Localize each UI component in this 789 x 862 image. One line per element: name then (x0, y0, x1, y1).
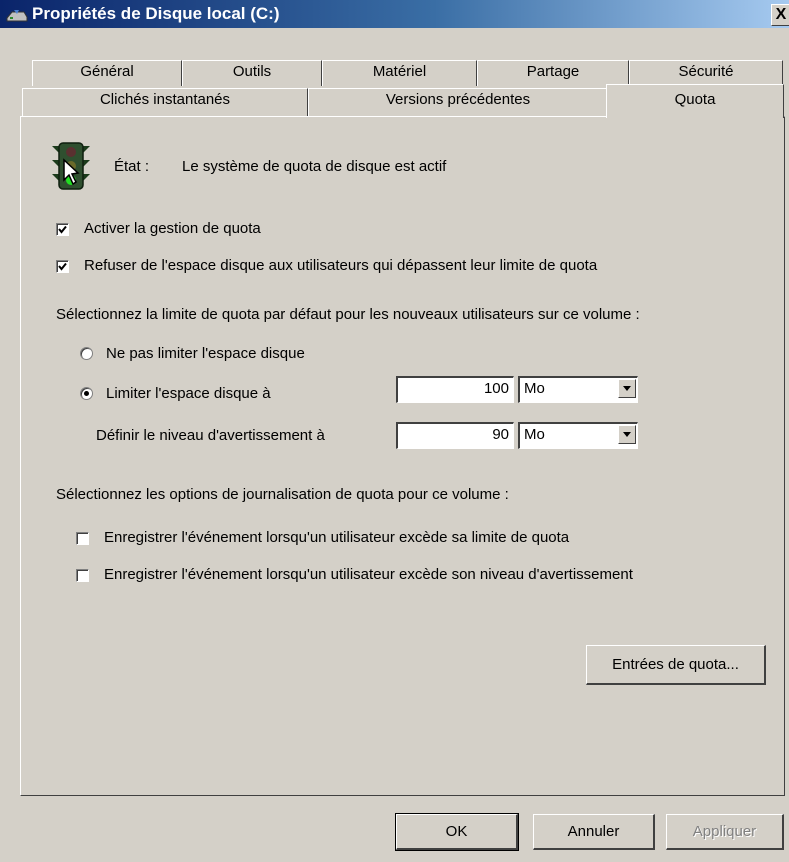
tab-hardware[interactable]: Matériel (322, 60, 477, 86)
limit-radio[interactable] (80, 387, 93, 400)
quota-entries-button[interactable]: Entrées de quota... (586, 645, 766, 685)
tab-general[interactable]: Général (32, 60, 182, 86)
tab-sharing[interactable]: Partage (477, 60, 629, 86)
traffic-light-icon (46, 140, 96, 192)
limit-value-input[interactable]: 100 (396, 376, 514, 403)
enable-quota-checkbox[interactable] (56, 223, 69, 236)
log-limit-checkbox[interactable] (76, 532, 89, 545)
tab-security[interactable]: Sécurité (629, 60, 783, 86)
quota-panel (20, 116, 785, 796)
disk-properties-icon (6, 8, 28, 22)
enable-quota-label[interactable]: Activer la gestion de quota (84, 220, 261, 238)
tab-shadow-copies[interactable]: Clichés instantanés (22, 88, 308, 116)
ok-button[interactable]: OK (395, 813, 519, 851)
status-label: État : (114, 158, 150, 175)
logging-heading: Sélectionnez les options de journalisati… (56, 486, 509, 503)
warning-value-input[interactable]: 90 (396, 422, 514, 449)
status-text: Le système de quota de disque est actif (182, 158, 447, 175)
warning-unit-value: Mo (524, 426, 545, 443)
tab-quota[interactable]: Quota (606, 84, 784, 118)
log-warning-checkbox[interactable] (76, 569, 89, 582)
cancel-button[interactable]: Annuler (533, 814, 655, 850)
limit-unit-select[interactable]: Mo (518, 376, 638, 403)
tab-previous-versions[interactable]: Versions précédentes (308, 88, 608, 116)
deny-space-label[interactable]: Refuser de l'espace disque aux utilisate… (84, 257, 597, 275)
chevron-down-icon[interactable] (618, 379, 636, 398)
chevron-down-icon[interactable] (618, 425, 636, 444)
log-warning-label[interactable]: Enregistrer l'événement lorsqu'un utilis… (104, 566, 633, 584)
apply-button[interactable]: Appliquer (666, 814, 784, 850)
warning-label: Définir le niveau d'avertissement à (96, 427, 325, 444)
log-limit-label[interactable]: Enregistrer l'événement lorsqu'un utilis… (104, 529, 569, 547)
no-limit-label[interactable]: Ne pas limiter l'espace disque (106, 345, 305, 363)
limit-unit-value: Mo (524, 380, 545, 397)
default-limit-heading: Sélectionnez la limite de quota par défa… (56, 306, 640, 323)
no-limit-radio[interactable] (80, 347, 93, 360)
title-bar[interactable]: Propriétés de Disque local (C:) X (0, 0, 789, 28)
warning-unit-select[interactable]: Mo (518, 422, 638, 449)
tab-tools[interactable]: Outils (182, 60, 322, 86)
window-title: Propriétés de Disque local (C:) (32, 4, 280, 23)
close-button[interactable]: X (771, 4, 789, 26)
deny-space-checkbox[interactable] (56, 260, 69, 273)
limit-label[interactable]: Limiter l'espace disque à (106, 385, 271, 403)
